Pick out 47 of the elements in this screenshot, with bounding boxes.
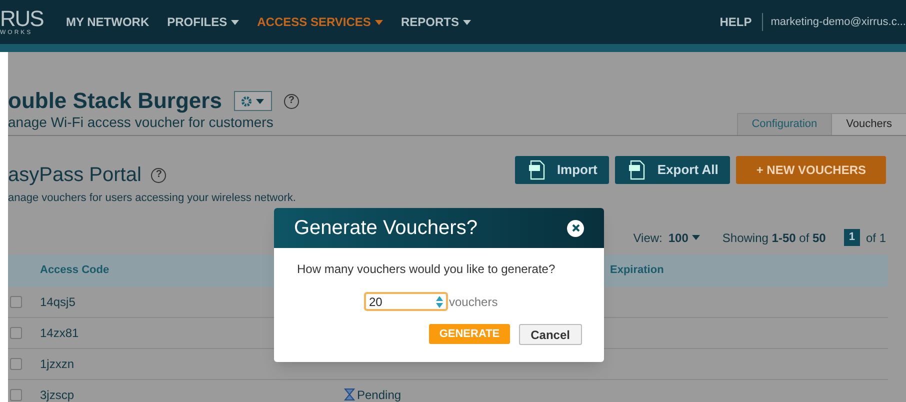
nav-link[interactable]: ACCESS SERVICES	[257, 13, 383, 31]
row-checkbox[interactable]	[10, 388, 22, 400]
row-checkbox[interactable]	[10, 326, 22, 338]
column-header: Access Code	[40, 264, 110, 276]
logo-text: RUS	[0, 8, 44, 30]
view-dropdown[interactable]: 100	[668, 228, 700, 246]
row-checkbox[interactable]	[10, 296, 22, 308]
nav-link[interactable]: PROFILES	[167, 13, 240, 31]
nav-link[interactable]: REPORTS	[400, 13, 471, 31]
file-icon	[627, 160, 648, 180]
dialog-title: Generate Vouchers?	[294, 216, 478, 241]
row-checkbox[interactable]	[10, 358, 22, 370]
unit-label: vouchers	[449, 294, 498, 310]
spinner-icon	[436, 296, 443, 308]
table-cell-text: 14zx81	[40, 324, 80, 342]
user-menu[interactable]: marketing-demo@xirrus.c...	[762, 14, 906, 30]
page-total: of 1	[866, 230, 886, 246]
nav-link[interactable]: MY NETWORK	[66, 13, 150, 31]
cancel-button[interactable]: Cancel	[518, 324, 582, 345]
view-label: View:	[633, 230, 662, 246]
tab[interactable]: Vouchers	[831, 113, 906, 135]
help-link[interactable]: HELP	[720, 13, 763, 31]
help-icon[interactable]: ?	[284, 94, 299, 108]
section-title: asyPass Portal	[8, 163, 142, 188]
close-button[interactable]	[567, 220, 584, 236]
action-button[interactable]: Export All	[615, 156, 730, 184]
gear-icon	[241, 96, 252, 106]
page-number[interactable]: 1	[844, 229, 860, 246]
table-cell: Pending	[344, 386, 402, 402]
dialog-question: How many vouchers would you like to generate?	[297, 261, 556, 278]
caret-icon	[692, 235, 700, 240]
table-cell-text: 3jzscp	[40, 386, 76, 402]
page-subtitle: anage Wi-Fi access voucher for customers	[8, 113, 274, 132]
quantity-input[interactable]: 20	[364, 292, 448, 311]
help-icon[interactable]: ?	[151, 168, 166, 182]
table-cell-text: 1jzxzn	[40, 356, 76, 372]
file-icon	[526, 160, 547, 180]
close-icon	[572, 224, 580, 232]
caret-icon	[256, 98, 264, 104]
section-subtitle: anage vouchers for users accessing your wireless network.	[8, 191, 296, 206]
column-header: Expiration	[610, 263, 664, 278]
table-cell-text: 14qsj5	[40, 294, 76, 310]
action-button[interactable]: Import	[514, 156, 610, 184]
settings-button[interactable]	[234, 91, 272, 111]
hourglass-icon	[344, 388, 355, 401]
page-title: ouble Stack Burgers	[8, 90, 222, 112]
showing-text: Showing 1-50 of 50	[722, 230, 826, 246]
